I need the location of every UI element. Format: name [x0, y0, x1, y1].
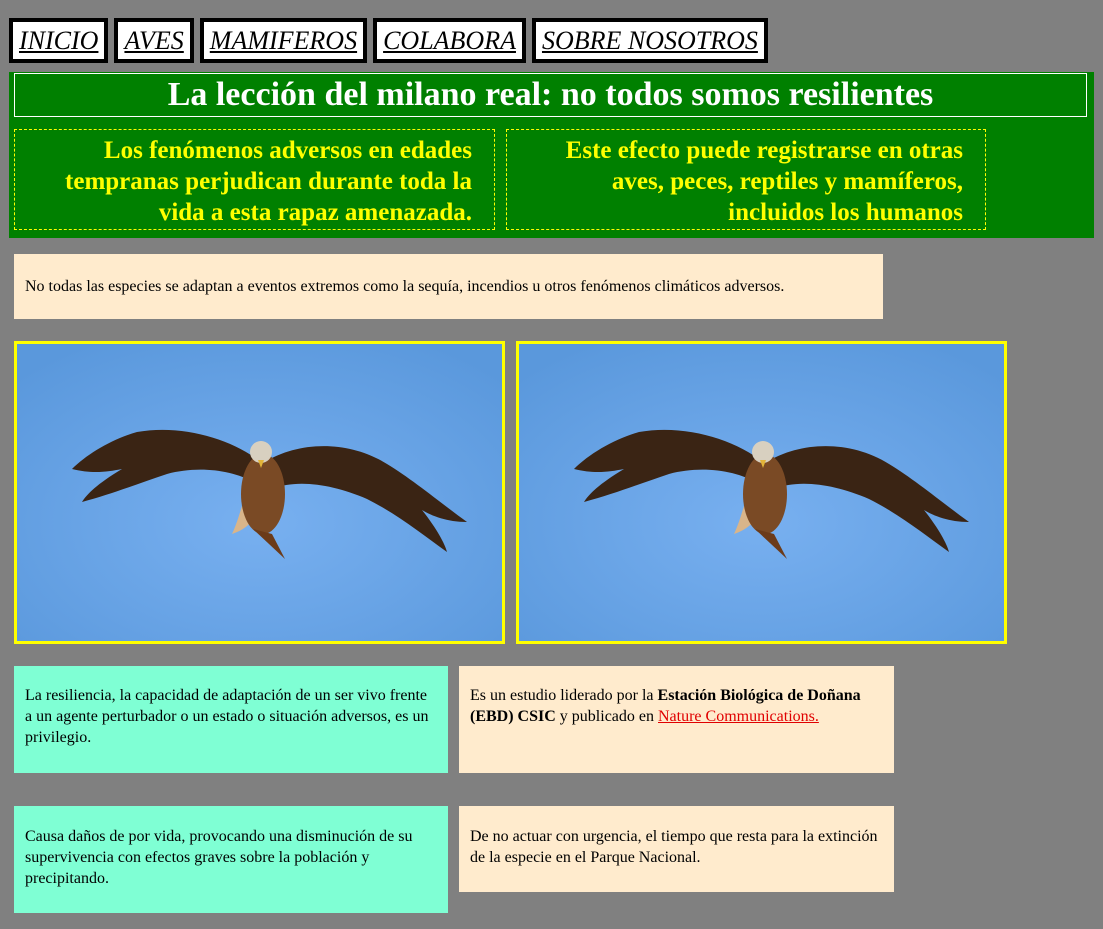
page-title: La lección del milano real: no todos som… [14, 73, 1087, 117]
red-kite-photo-icon [17, 344, 502, 641]
nav-link-sobre-nosotros[interactable]: SOBRE NOSOTROS [531, 18, 768, 63]
main-nav: INICIO AVES MAMIFEROS COLABORA SOBRE NOS… [9, 18, 774, 63]
nature-communications-link[interactable]: Nature Communications. [658, 708, 819, 725]
urgency-card: De no actuar con urgencia, el tiempo que… [459, 806, 894, 892]
study-middle: y publicado en [555, 708, 658, 725]
study-prefix: Es un estudio liderado por la [470, 687, 658, 704]
red-kite-photo-left [14, 341, 505, 644]
resilience-card: La resiliencia, la capacidad de adaptaci… [14, 666, 448, 773]
nav-link-aves[interactable]: AVES [114, 18, 194, 63]
header-banner: La lección del milano real: no todos som… [9, 72, 1094, 238]
study-card: Es un estudio liderado por la Estación B… [459, 666, 894, 773]
subtitle-left: Los fenómenos adversos en edades tempran… [14, 129, 495, 230]
nav-link-mamiferos[interactable]: MAMIFEROS [199, 18, 368, 63]
intro-text: No todas las especies se adaptan a event… [14, 254, 883, 319]
red-kite-photo-right [516, 341, 1007, 644]
red-kite-photo-icon [519, 344, 1004, 641]
damage-card: Causa daños de por vida, provocando una … [14, 806, 448, 913]
nav-link-inicio[interactable]: INICIO [9, 18, 109, 63]
subtitle-right: Este efecto puede registrarse en otras a… [506, 129, 986, 230]
nav-link-colabora[interactable]: COLABORA [373, 18, 526, 63]
